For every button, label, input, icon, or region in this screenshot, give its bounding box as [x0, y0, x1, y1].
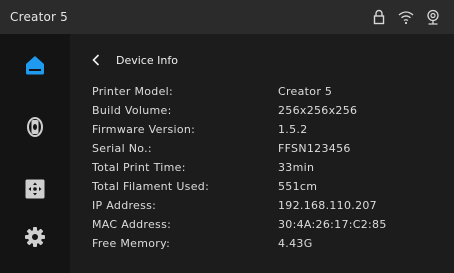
- info-value: 256x256x256: [278, 104, 358, 117]
- info-value: 551cm: [278, 180, 318, 193]
- device-info-panel: Device Info Printer Model: Creator 5 Build…: [70, 34, 454, 273]
- sidebar-item-settings[interactable]: [20, 222, 50, 252]
- info-value: 1.5.2: [278, 123, 308, 136]
- sidebar-item-home[interactable]: [20, 50, 50, 80]
- page-title: Device Info: [116, 53, 178, 67]
- info-label: Total Print Time:: [92, 161, 186, 174]
- chevron-left-icon: [92, 54, 100, 66]
- info-value: 30:4A:26:17:C2:85: [278, 218, 387, 231]
- page-header: Device Info: [86, 50, 178, 70]
- calibration-icon: [25, 179, 45, 199]
- sidebar: [0, 34, 70, 273]
- filament-icon: [27, 117, 43, 137]
- info-value: FFSN123456: [278, 142, 351, 155]
- info-value: Creator 5: [278, 85, 333, 98]
- camera-icon[interactable]: [424, 9, 442, 25]
- info-value: 4.43G: [278, 237, 313, 250]
- wifi-icon[interactable]: [397, 9, 415, 25]
- info-label: Serial No.:: [92, 142, 152, 155]
- status-bar: Creator 5: [0, 0, 454, 34]
- home-icon: [26, 56, 44, 75]
- info-label: IP Address:: [92, 199, 157, 212]
- info-label: Printer Model:: [92, 85, 174, 98]
- info-value: 192.168.110.207: [278, 199, 377, 212]
- info-label: Firmware Version:: [92, 123, 196, 136]
- info-value: 33min: [278, 161, 315, 174]
- sidebar-item-filament[interactable]: [20, 112, 50, 142]
- info-label: Build Volume:: [92, 104, 172, 117]
- info-label: MAC Address:: [92, 218, 172, 231]
- settings-gear-icon: [25, 227, 45, 247]
- info-label: Total Filament Used:: [92, 180, 210, 193]
- sidebar-item-calibration[interactable]: [20, 174, 50, 204]
- back-button[interactable]: [86, 50, 106, 70]
- info-label: Free Memory:: [92, 237, 171, 250]
- lock-icon[interactable]: [370, 9, 388, 25]
- app-title: Creator 5: [10, 10, 69, 24]
